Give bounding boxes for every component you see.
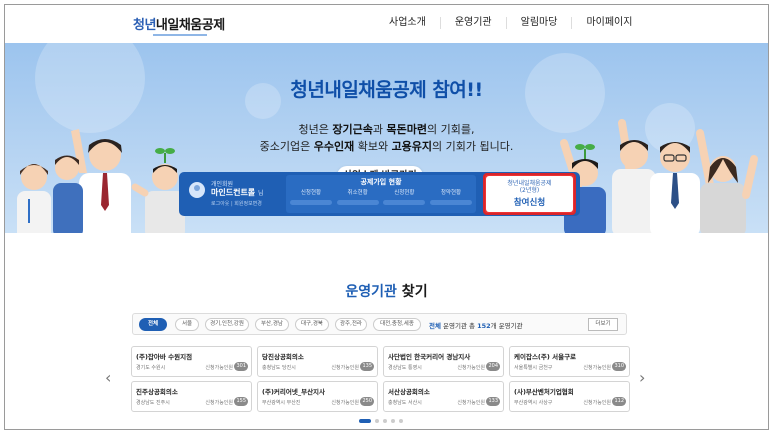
apply-main: 참여신청 xyxy=(513,198,546,208)
operator-card-grid: (주)잡아바 수원지점 경기도 수원시 신청가능인원 301 당진상공회의소 충청남도 … xyxy=(131,346,631,412)
carousel-pagination xyxy=(359,419,407,423)
hero-description: 청년은 장기근속과 목돈마련의 기회를, 중소기업은 우수인재 확보와 고용유지… xyxy=(5,121,768,155)
filter-chip[interactable]: 부산,경남 xyxy=(255,318,289,331)
operator-card[interactable]: (주)잡아바 수원지점 경기도 수원시 신청가능인원 301 xyxy=(131,346,252,377)
pagination-dot[interactable] xyxy=(383,419,387,423)
operator-card[interactable]: (사)부산벤처기업협회 부산광역시 사상구 신청가능인원 112 xyxy=(509,381,630,412)
status-title: 공제가입 현황 xyxy=(360,178,402,186)
filter-chip[interactable]: 대구,경북 xyxy=(295,318,329,331)
nav-mypage[interactable]: 마이페이지 xyxy=(571,17,646,29)
chevron-left-icon[interactable]: ‹ xyxy=(105,368,111,387)
count-badge: 135 xyxy=(360,362,374,371)
avatar-icon xyxy=(189,182,205,198)
filter-chip[interactable]: 경기,인천,강원 xyxy=(205,318,249,331)
logo-underline xyxy=(153,34,207,36)
site-logo[interactable]: 청년내일채움공제 xyxy=(133,14,225,33)
subscription-status: 공제가입 현황 신청현황 취소현황 신청현황 청약현황 xyxy=(286,175,476,213)
hero-desc-line1: 청년은 장기근속과 목돈마련의 기회를, xyxy=(298,123,475,136)
operator-card[interactable]: 사단법인 한국커리어 경남지사 경상남도 통영시 신청가능인원 204 xyxy=(383,346,504,377)
operator-card[interactable]: 케이잡스(주) 서울구로 서울특별시 금천구 신청가능인원 310 xyxy=(509,346,630,377)
region-filter-bar: 전체 서울 경기,인천,강원 부산,경남 대구,경북 광주,전라 대전,충청,세… xyxy=(132,313,627,335)
filter-chip[interactable]: 대전,충청,세종 xyxy=(373,318,421,331)
user-info: 개인회원 마인드컨트롤 님 로그아웃 | 회원정보변경 xyxy=(187,178,287,210)
status-item[interactable]: 청약현황 xyxy=(429,188,472,205)
pagination-dot[interactable] xyxy=(399,419,403,423)
filter-chip-all[interactable]: 전체 xyxy=(139,318,167,331)
count-badge: 310 xyxy=(612,362,626,371)
pagination-dot[interactable] xyxy=(375,419,379,423)
main-nav: 사업소개 운영기관 알림마당 마이페이지 xyxy=(375,17,646,29)
nav-notices[interactable]: 알림마당 xyxy=(505,17,572,29)
chevron-right-icon[interactable]: › xyxy=(639,368,645,387)
user-links[interactable]: 로그아웃 | 회원정보변경 xyxy=(211,200,262,207)
hero-title: 청년내일채움공제 참여!! xyxy=(290,79,483,101)
status-item[interactable]: 신청현황 xyxy=(290,188,332,205)
operator-card[interactable]: 진주상공회의소 경상남도 진주시 신청가능인원 155 xyxy=(131,381,252,412)
count-badge: 133 xyxy=(486,397,500,406)
count-badge: 155 xyxy=(234,397,248,406)
status-item[interactable]: 신청현황 xyxy=(383,188,426,205)
section-title: 운영기관 찾기 xyxy=(345,284,428,300)
apply-sub: 청년내일채움공제 (2년형) xyxy=(507,180,552,194)
member-status-panel: 개인회원 마인드컨트롤 님 로그아웃 | 회원정보변경 공제가입 현황 신청현황… xyxy=(179,172,580,216)
site-header: 청년내일채움공제 사업소개 운영기관 알림마당 마이페이지 xyxy=(5,5,768,43)
operator-card[interactable]: (주)커리어넷_부산지사 부산광역시 부산진 신청가능인원 250 xyxy=(257,381,378,412)
status-item[interactable]: 취소현황 xyxy=(336,188,379,205)
browser-frame: 청년내일채움공제 사업소개 운영기관 알림마당 마이페이지 청년내일채움공제 참… xyxy=(4,4,769,430)
count-badge: 204 xyxy=(486,362,500,371)
nav-about[interactable]: 사업소개 xyxy=(375,17,440,29)
operator-card[interactable]: 당진상공회의소 충청남도 당진시 신청가능인원 135 xyxy=(257,346,378,377)
count-badge: 112 xyxy=(612,397,626,406)
filter-chip[interactable]: 서울 xyxy=(175,318,199,331)
nav-operators[interactable]: 운영기관 xyxy=(439,17,506,29)
operator-card[interactable]: 서산상공회의소 충청남도 서산시 신청가능인원 133 xyxy=(383,381,504,412)
count-badge: 250 xyxy=(360,397,374,406)
hero-desc-line2: 중소기업은 우수인재 확보와 고용유지의 기회가 됩니다. xyxy=(259,140,514,153)
count-badge: 301 xyxy=(234,362,248,371)
pagination-dot[interactable] xyxy=(359,419,371,423)
apply-button-highlight[interactable]: 청년내일채움공제 (2년형) 참여신청 xyxy=(483,173,576,215)
operator-count: 전체 운영기관 총 152개 운영기관 xyxy=(429,322,523,330)
apply-button[interactable]: 청년내일채움공제 (2년형) 참여신청 xyxy=(486,176,573,212)
filter-chip[interactable]: 광주,전라 xyxy=(335,318,367,331)
hero-banner: 청년내일채움공제 참여!! 청년은 장기근속과 목돈마련의 기회를, 중소기업은… xyxy=(5,43,768,233)
pagination-dot[interactable] xyxy=(391,419,395,423)
more-button[interactable]: 더보기 xyxy=(588,318,618,331)
user-name: 마인드컨트롤 님 xyxy=(211,188,264,197)
